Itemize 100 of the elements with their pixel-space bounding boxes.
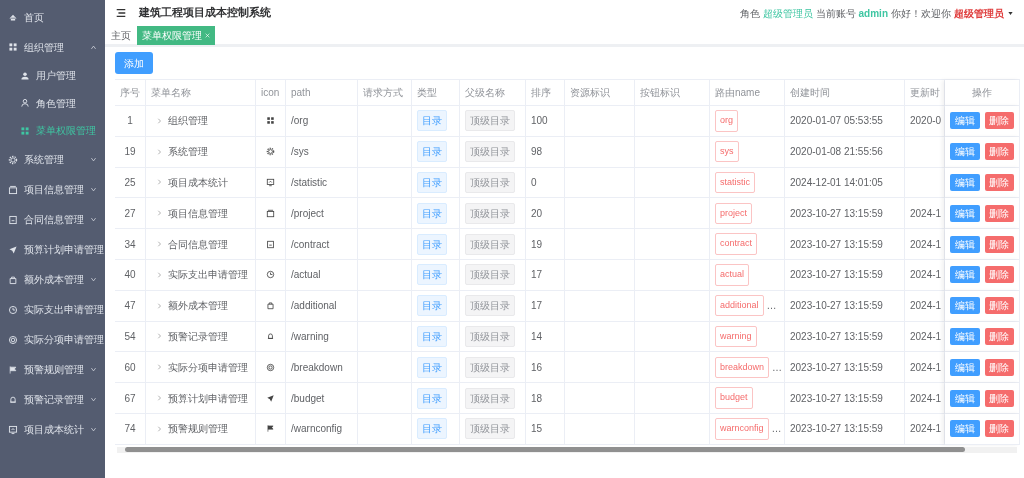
sidebar-item[interactable]: 预警规则管理 [0, 354, 105, 385]
edit-button[interactable]: 编辑 [950, 420, 980, 438]
delete-button[interactable]: 删除 [984, 420, 1014, 438]
route-tag: budget [715, 387, 753, 409]
table-cell: 20 [526, 198, 565, 230]
table-cell: /actual [286, 260, 358, 291]
delete-button[interactable]: 删除 [984, 358, 1014, 376]
sidebar-subitem[interactable]: 菜单权限管理 [0, 117, 105, 145]
expand-icon[interactable] [156, 425, 162, 432]
send-icon [8, 244, 18, 255]
expand-icon[interactable] [156, 271, 162, 278]
sidebar-item[interactable]: 实际支出申请管理 [0, 294, 105, 325]
sidebar-item[interactable]: 项目成本统计 [0, 414, 105, 445]
type-tag: 目录 [417, 295, 447, 317]
clock-icon [266, 270, 275, 280]
table-cell: /additional [286, 290, 358, 322]
expand-icon[interactable] [156, 395, 162, 402]
route-tag: contract [715, 233, 757, 255]
edit-button[interactable]: 编辑 [950, 174, 980, 191]
route-tag: warning [715, 325, 757, 348]
expand-icon[interactable] [156, 333, 162, 340]
home-icon [8, 12, 18, 22]
table-cell: /breakdown [286, 352, 358, 384]
expand-icon[interactable] [156, 210, 162, 217]
table-cell: 18 [526, 383, 565, 414]
gear-icon [266, 147, 275, 157]
column-header: 序号 [115, 80, 146, 106]
sidebar-item[interactable]: 合同信息管理 [0, 204, 105, 235]
sidebar-item[interactable]: 系统管理 [0, 144, 105, 175]
edit-button[interactable]: 编辑 [950, 266, 980, 284]
sidebar-item[interactable]: 预警记录管理 [0, 384, 105, 415]
close-icon[interactable] [205, 32, 210, 38]
chevron-down-icon [90, 216, 97, 223]
chevron-down-icon [90, 366, 97, 373]
delete-button[interactable]: 删除 [984, 174, 1014, 191]
grid-icon [20, 125, 30, 136]
user-name[interactable]: 超级管理员 [954, 5, 1004, 21]
grid-icon [8, 42, 18, 52]
expand-icon[interactable] [156, 241, 162, 248]
edit-button[interactable]: 编辑 [950, 389, 980, 407]
menu-name: 实际支出申请管理 [168, 268, 248, 283]
ellipsis-text: … [766, 299, 777, 314]
table-cell: 2023-10-27 13:15:59 [785, 198, 905, 230]
table-cell: 1 [115, 106, 146, 137]
expand-icon[interactable] [156, 117, 162, 124]
user-icon [20, 70, 30, 81]
edit-button[interactable]: 编辑 [950, 297, 980, 315]
sidebar-item[interactable]: 项目信息管理 [0, 174, 105, 205]
parent-tag: 顶级目录 [465, 264, 515, 286]
page-tab[interactable]: 菜单权限管理 [137, 25, 215, 45]
delete-button[interactable]: 删除 [984, 297, 1014, 315]
expand-icon[interactable] [156, 364, 162, 371]
delete-button[interactable]: 删除 [984, 327, 1014, 345]
sidebar-subitem[interactable]: 角色管理 [0, 89, 105, 117]
column-header: 父级名称 [460, 80, 526, 106]
table-cell: 2020-01-08 21:55:56 [785, 136, 905, 168]
table-cell: 2023-10-27 13:15:59 [785, 352, 905, 384]
edit-button[interactable]: 编辑 [950, 235, 980, 253]
table-cell: /sys [286, 136, 358, 168]
table-cell: 2023-10-27 13:15:59 [785, 229, 905, 260]
account-name: admin [858, 6, 888, 21]
horizontal-scrollbar[interactable] [117, 446, 1017, 453]
edit-button[interactable]: 编辑 [950, 327, 980, 345]
sidebar-item[interactable]: 额外成本管理 [0, 264, 105, 295]
menu-icon[interactable] [115, 7, 127, 19]
delete-button[interactable]: 删除 [984, 389, 1014, 407]
home-link[interactable]: 主页 [111, 27, 131, 43]
delete-button[interactable]: 删除 [984, 143, 1014, 161]
sidebar-item[interactable]: 实际分项申请管理 [0, 324, 105, 355]
expand-icon[interactable] [156, 148, 162, 155]
edit-button[interactable]: 编辑 [950, 143, 980, 161]
sidebar-item[interactable]: 组织管理 [0, 32, 105, 62]
sidebar-item[interactable]: 首页 [0, 2, 105, 32]
edit-button[interactable]: 编辑 [950, 204, 980, 222]
delete-button[interactable]: 删除 [984, 266, 1014, 284]
table-cell: 15 [526, 413, 565, 445]
edit-button[interactable]: 编辑 [950, 112, 980, 130]
app-title: 建筑工程项目成本控制系统 [139, 4, 271, 21]
bell-icon [8, 394, 18, 405]
gear-icon [8, 154, 18, 165]
delete-button[interactable]: 删除 [984, 235, 1014, 253]
parent-tag: 顶级目录 [465, 356, 515, 378]
delete-button[interactable]: 删除 [984, 112, 1014, 130]
expand-icon[interactable] [156, 179, 162, 186]
sidebar-item[interactable]: 预算计划申请管理 [0, 234, 105, 265]
chevron-down-icon [90, 396, 97, 403]
menu-name: 预警规则管理 [168, 422, 228, 437]
clock-icon [8, 304, 18, 315]
delete-button[interactable]: 删除 [984, 204, 1014, 222]
table-cell: 2023-10-27 13:15:59 [785, 413, 905, 445]
type-tag: 目录 [417, 356, 447, 378]
table-cell: /project [286, 198, 358, 230]
menu-name: 组织管理 [168, 114, 208, 129]
sidebar-subitem[interactable]: 用户管理 [0, 62, 105, 90]
bag-icon [266, 301, 275, 311]
route-tag: project [715, 202, 752, 225]
table-cell: 47 [115, 290, 146, 322]
edit-button[interactable]: 编辑 [950, 358, 980, 376]
expand-icon[interactable] [156, 302, 162, 309]
add-button[interactable]: 添加 [115, 52, 153, 74]
